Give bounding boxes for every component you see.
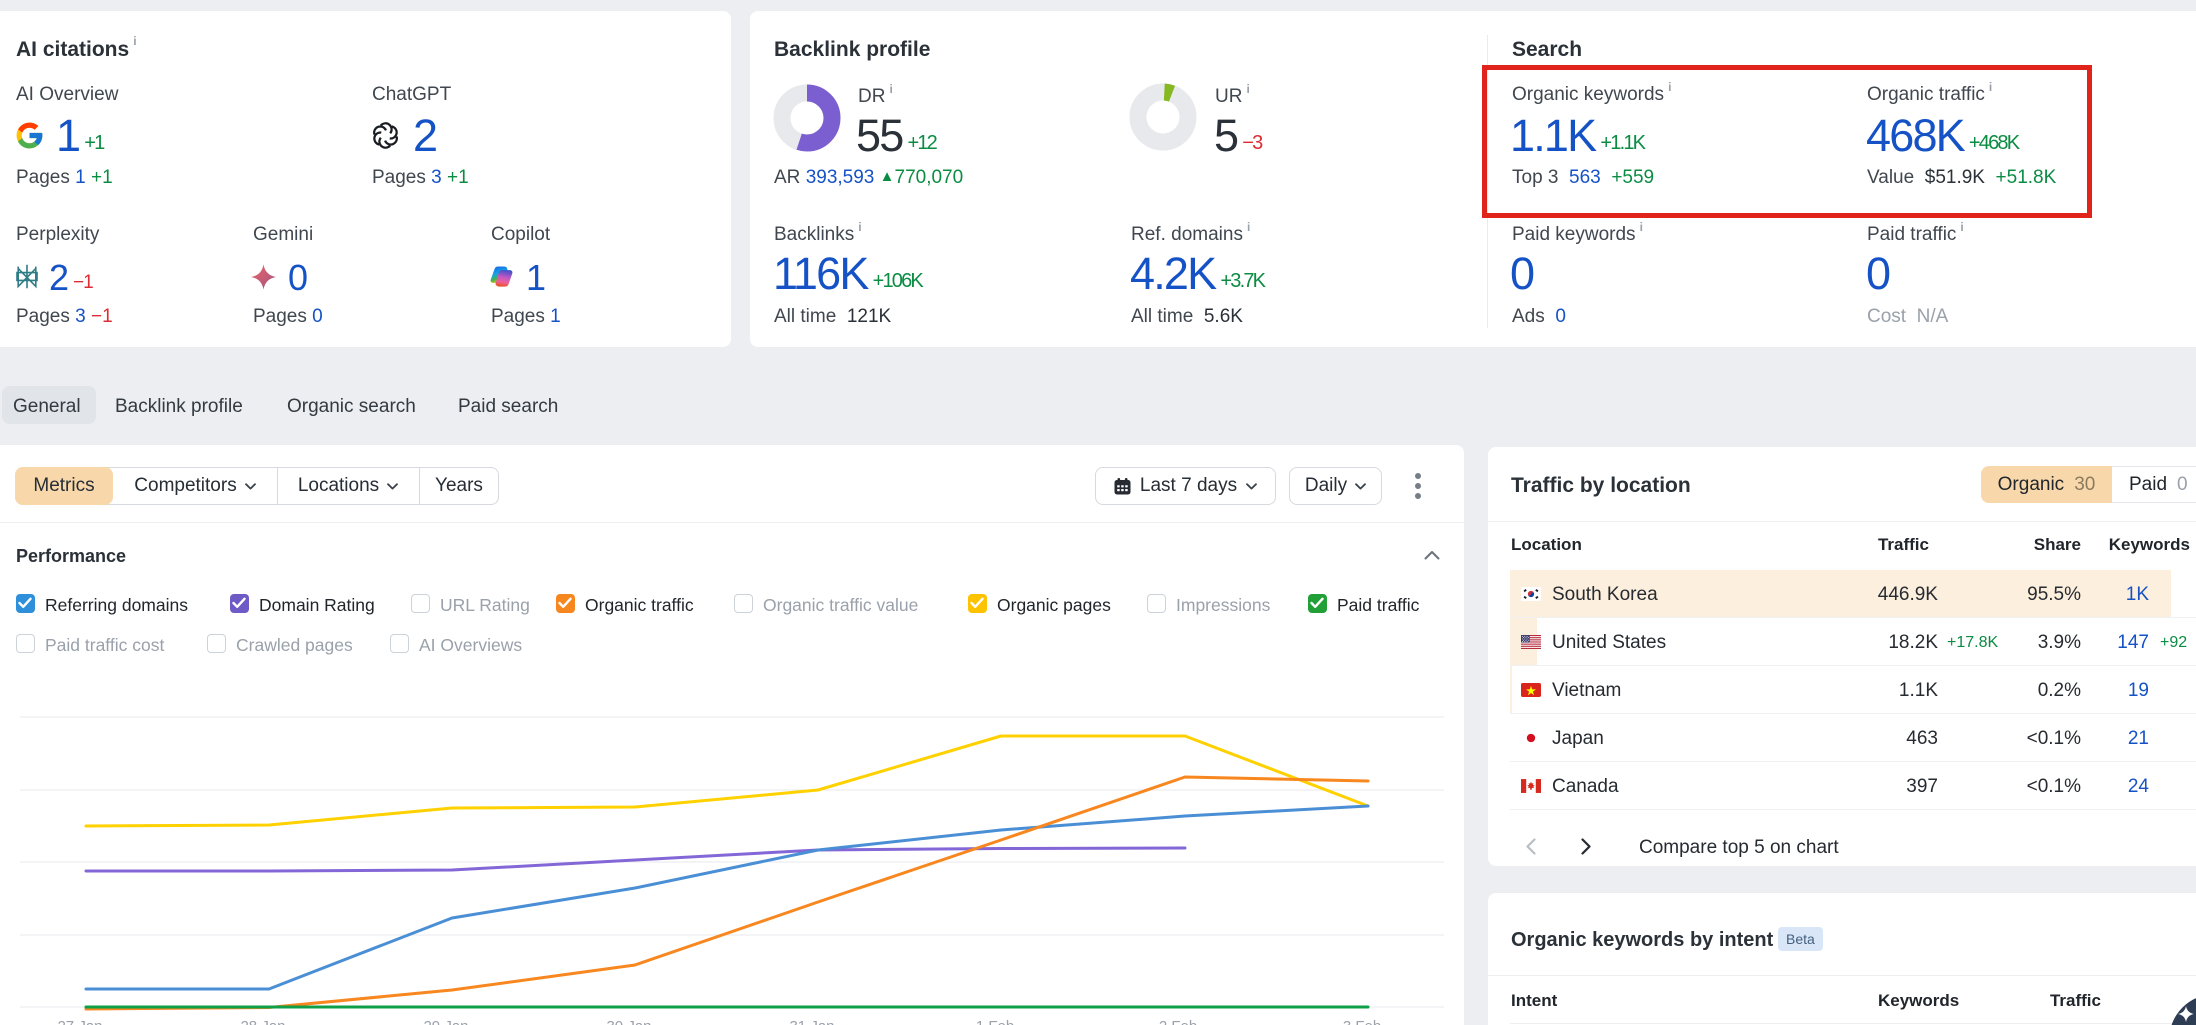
svg-text:28 Jan: 28 Jan [240,1018,285,1025]
svg-text:27 Jan: 27 Jan [57,1018,102,1025]
svg-text:3 Feb: 3 Feb [1343,1018,1381,1025]
svg-text:2 Feb: 2 Feb [1159,1018,1197,1025]
svg-text:1 Feb: 1 Feb [976,1018,1014,1025]
svg-text:30 Jan: 30 Jan [606,1018,651,1025]
svg-text:29 Jan: 29 Jan [423,1018,468,1025]
svg-text:31 Jan: 31 Jan [789,1018,834,1025]
